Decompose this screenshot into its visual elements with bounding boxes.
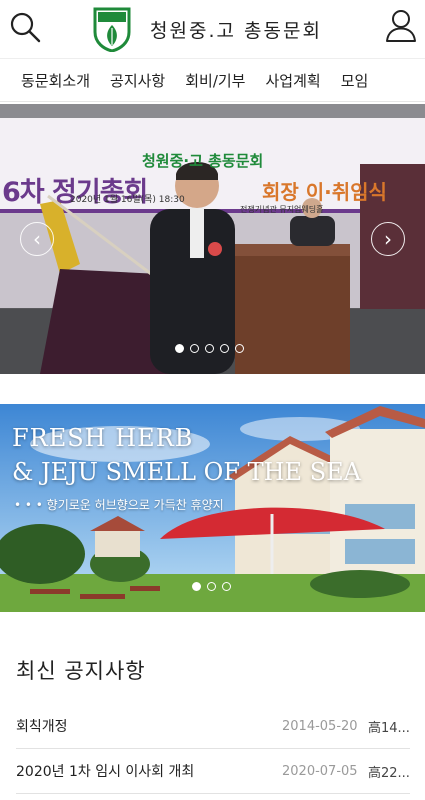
nav-item-notice[interactable]: 공지사항	[90, 70, 165, 91]
banner-main-right: 회장 이·취임식	[262, 180, 387, 204]
notice-date: 2020-07-05	[282, 763, 358, 779]
search-icon[interactable]	[8, 10, 42, 44]
slide-dot[interactable]	[190, 344, 199, 353]
slide-dot[interactable]	[192, 582, 201, 591]
slide-dot[interactable]	[175, 344, 184, 353]
notice-author: 高14...	[368, 720, 410, 736]
slide-dot[interactable]	[222, 582, 231, 591]
notice-title[interactable]: 회칙개정	[16, 716, 282, 736]
slide-dot[interactable]	[205, 344, 214, 353]
slide-dot[interactable]	[220, 344, 229, 353]
notice-author: 高22...	[368, 765, 410, 781]
notice-title[interactable]: 2020년 1차 임시 이사회 개최	[16, 761, 282, 781]
banner-place: 전쟁기념관 뮤지엄웨딩홀	[240, 205, 324, 214]
site-logo[interactable]: 청원중.고 총동문회	[92, 6, 322, 52]
next-slide-button[interactable]: ›	[371, 222, 405, 256]
school-emblem-icon	[93, 7, 131, 52]
user-icon[interactable]	[385, 9, 417, 43]
nav-item-about[interactable]: 동문회소개	[0, 70, 90, 91]
notice-row[interactable]: 2020년 1차 임시 이사회 개최 2020-07-05 高22...	[16, 749, 410, 794]
nav-item-meeting[interactable]: 모임	[321, 70, 369, 91]
latest-notices-title: 최신 공지사항	[16, 659, 146, 683]
resort-photo-slider[interactable]: FRESH HERB & JEJU SMELL OF THE SEA • • •…	[0, 404, 425, 612]
prev-slide-button[interactable]: ‹	[20, 222, 54, 256]
event-photo-slider[interactable]: 청원중·고 총동문회 6차 정기총회 회장 이·취임식 2020년 1월 16일…	[0, 104, 425, 374]
nav-item-donation[interactable]: 회비/기부	[165, 70, 245, 91]
nav-item-business-plan[interactable]: 사업계획	[245, 70, 320, 91]
headline-line-2: & JEJU SMELL OF THE SEA	[12, 458, 361, 486]
headline-line-1: FRESH HERB	[12, 424, 194, 452]
slide-dot[interactable]	[235, 344, 244, 353]
slide-dot[interactable]	[207, 582, 216, 591]
banner-org: 청원중·고 총동문회	[142, 152, 264, 170]
notice-list: 회칙개정 2014-05-20 高14... 2020년 1차 임시 이사회 개…	[16, 704, 410, 794]
header: 청원중.고 총동문회	[0, 0, 425, 56]
headline-subline: • • • 향기로운 허브향으로 가득찬 휴양지	[14, 498, 224, 512]
site-title: 청원중.고 총동문회	[150, 19, 322, 42]
slider-indicator	[192, 582, 231, 591]
event-photo	[0, 104, 425, 374]
main-nav: 동문회소개 공지사항 회비/기부 사업계획 모임	[0, 58, 425, 102]
notice-date: 2014-05-20	[282, 718, 358, 734]
banner-date: 2020년 1월 16일(목) 18:30	[70, 195, 185, 205]
slider-indicator	[175, 344, 244, 353]
notice-row[interactable]: 회칙개정 2014-05-20 高14...	[16, 704, 410, 749]
